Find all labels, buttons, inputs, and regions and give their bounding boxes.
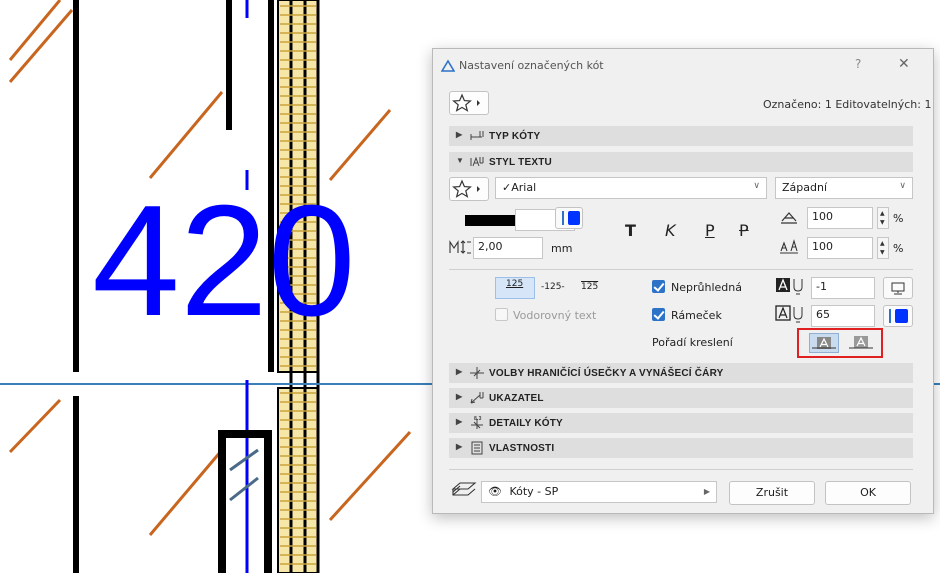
dimension-value-text[interactable]: 420 — [92, 173, 356, 349]
text-size-unit: mm — [551, 242, 573, 255]
section-label: STYL TEXTU — [489, 157, 552, 168]
section-dimension-type[interactable]: ▶ TYP KÓTY — [449, 126, 913, 146]
close-button[interactable]: ✕ — [898, 56, 910, 72]
ok-label: OK — [860, 486, 876, 499]
text-pen-swatch[interactable] — [463, 209, 575, 231]
fill-pen-input[interactable]: -1 — [811, 277, 875, 299]
position-above-label: 125 — [506, 279, 524, 289]
marker-icon — [470, 392, 484, 404]
letter-spacing-icon — [780, 239, 798, 254]
collapse-arrow-icon: ▼ — [456, 156, 465, 165]
chevron-down-icon: ∨ — [899, 181, 906, 191]
text-color-button[interactable] — [555, 207, 583, 229]
width-scale-input[interactable]: 100 — [807, 207, 873, 229]
spacing-unit: % — [893, 242, 904, 255]
width-unit: % — [893, 212, 904, 225]
draw-order-back-button[interactable] — [847, 333, 877, 353]
script-name: Západní — [782, 181, 828, 194]
draw-order-label: Pořadí kreslení — [652, 336, 733, 349]
text-favorites-button[interactable] — [449, 177, 489, 201]
star-icon — [452, 179, 480, 198]
chevron-down-icon: ∨ — [753, 181, 760, 191]
section-dimension-details[interactable]: ▶ 8.3 DETAILY KÓTY — [449, 413, 913, 433]
section-witness-lines[interactable]: ▶ VOLBY HRANIČÍCÍ ÚSEČKY A VYNÁŠECÍ ČÁRY — [449, 363, 913, 383]
svg-text:8.3: 8.3 — [474, 416, 482, 422]
position-above-button[interactable]: 125 — [495, 277, 535, 299]
expand-arrow-icon: ▶ — [456, 392, 463, 401]
spacing-scale-input[interactable]: 100 — [807, 237, 873, 259]
section-label: TYP KÓTY — [489, 131, 541, 142]
selection-info: Označeno: 1 Editovatelných: 1 — [763, 98, 932, 111]
archicad-icon — [441, 59, 455, 72]
text-front-icon — [812, 337, 836, 349]
section-label: VOLBY HRANIČÍCÍ ÚSEČKY A VYNÁŠECÍ ČÁRY — [489, 368, 724, 379]
layers-icon — [451, 482, 477, 496]
section-marker[interactable]: ▶ UKAZATEL — [449, 388, 913, 408]
opaque-checkbox[interactable] — [652, 280, 665, 293]
frame-color-button[interactable] — [883, 305, 913, 327]
expand-arrow-icon: ▶ — [456, 417, 463, 426]
help-button[interactable]: ? — [855, 57, 861, 71]
draw-order-group — [797, 328, 883, 358]
frame-checkbox[interactable] — [652, 308, 665, 321]
section-properties[interactable]: ▶ VLASTNOSTI — [449, 438, 913, 458]
dimension-type-icon — [470, 131, 484, 140]
layer-name: Kóty - SP — [509, 485, 559, 498]
expand-arrow-icon: ▶ — [456, 442, 463, 451]
text-width-icon — [781, 212, 797, 224]
text-back-icon — [849, 336, 873, 349]
expand-arrow-icon: ▶ — [456, 367, 463, 376]
star-icon — [452, 93, 480, 112]
section-label: VLASTNOSTI — [489, 443, 555, 454]
horizontal-text-label: Vodorovný text — [513, 309, 597, 322]
layer-dropdown[interactable]: 👁 Kóty - SP ▶ — [481, 481, 717, 503]
text-style-icon — [470, 156, 484, 167]
separator — [449, 469, 913, 470]
frame-label: Rámeček — [671, 309, 722, 322]
dimension-details-icon: 8.3 — [471, 416, 483, 429]
section-label: DETAILY KÓTY — [489, 418, 563, 429]
frame-pen-icon — [775, 305, 803, 323]
dialog-titlebar[interactable]: Nastavení označených kót ? ✕ — [433, 49, 933, 83]
frame-pen-input[interactable]: 65 — [811, 305, 875, 327]
witness-lines-icon — [470, 367, 484, 379]
width-scale-stepper[interactable]: ▲ ▼ — [877, 207, 889, 229]
dimension-settings-dialog[interactable]: Nastavení označených kót ? ✕ Označeno: 1… — [432, 48, 934, 514]
check-icon: ✓ — [502, 181, 512, 194]
ok-button[interactable]: OK — [825, 481, 911, 505]
position-inline-button[interactable]: -125- — [541, 282, 565, 292]
font-dropdown[interactable]: ✓Arial ∨ — [495, 177, 767, 199]
underline-button[interactable]: P — [705, 221, 715, 240]
expand-arrow-icon: ▶ — [456, 130, 463, 139]
section-text-style[interactable]: ▼ STYL TEXTU — [449, 152, 913, 172]
text-size-icon — [449, 240, 471, 254]
spacing-scale-stepper[interactable]: ▲ ▼ — [877, 237, 889, 259]
horizontal-text-checkbox[interactable] — [495, 308, 508, 321]
strikethrough-button[interactable]: P — [739, 221, 749, 240]
cancel-button[interactable]: Zrušit — [729, 481, 815, 505]
fill-pen-icon — [776, 278, 803, 295]
eye-icon: 👁 — [488, 485, 502, 498]
font-name: Arial — [511, 181, 537, 194]
script-dropdown[interactable]: Západní ∨ — [775, 177, 913, 199]
monitor-icon[interactable] — [883, 277, 913, 299]
bold-button[interactable]: T — [625, 221, 636, 240]
opaque-label: Neprůhledná — [671, 281, 742, 294]
italic-button[interactable]: K — [665, 221, 676, 240]
favorites-button[interactable] — [449, 91, 489, 115]
chevron-right-icon: ▶ — [703, 487, 710, 496]
separator — [449, 269, 913, 270]
section-label: UKAZATEL — [489, 393, 544, 404]
properties-icon — [471, 441, 483, 455]
cancel-label: Zrušit — [755, 486, 789, 499]
draw-order-front-button[interactable] — [809, 333, 839, 353]
position-below-button[interactable]: 125 — [581, 282, 598, 292]
text-size-input[interactable]: 2,00 — [473, 237, 543, 259]
dialog-title: Nastavení označených kót — [459, 59, 604, 72]
